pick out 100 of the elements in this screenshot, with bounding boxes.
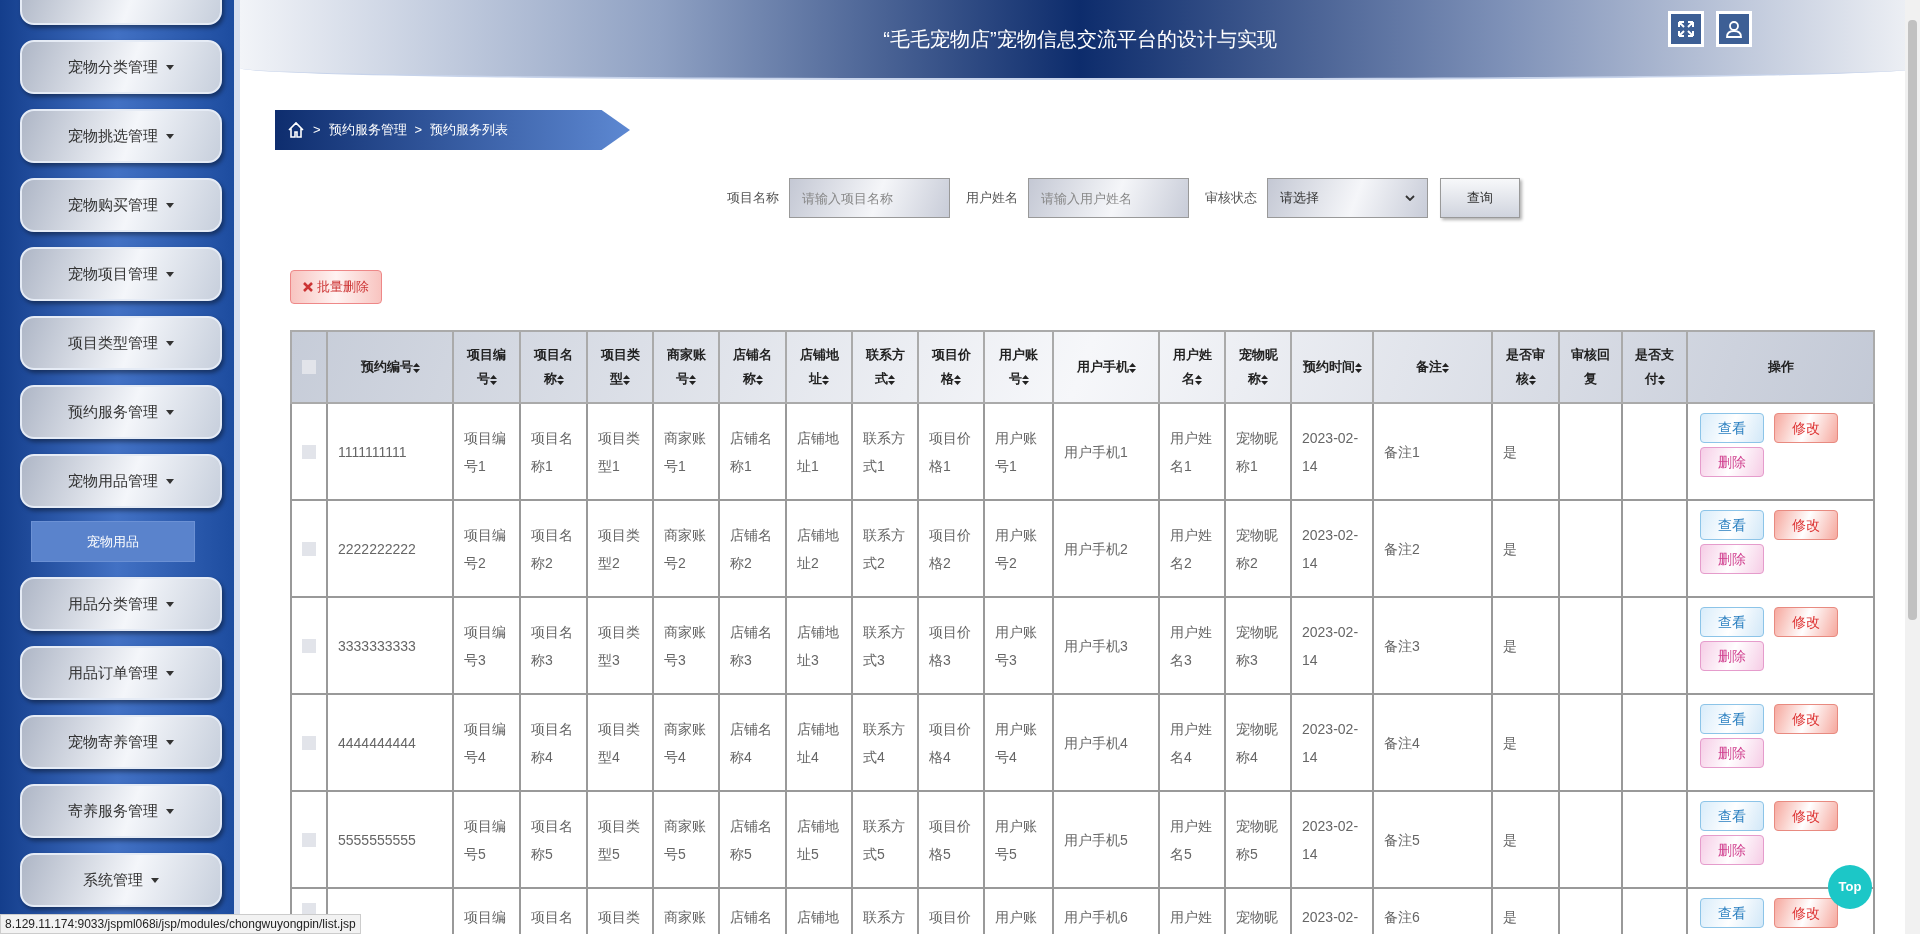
checkbox[interactable] bbox=[302, 541, 316, 556]
breadcrumb-link[interactable]: 预约服务列表 bbox=[430, 120, 509, 140]
sidebar-menu-button[interactable]: 预约服务管理 bbox=[20, 385, 222, 439]
edit-button[interactable]: 修改 bbox=[1774, 898, 1838, 928]
table-cell: 项目编号1 bbox=[464, 429, 506, 474]
edit-button[interactable]: 修改 bbox=[1774, 413, 1838, 443]
checkbox[interactable] bbox=[302, 360, 316, 374]
sort-icon[interactable] bbox=[1195, 374, 1202, 385]
table-cell: 项目类型2 bbox=[598, 526, 640, 571]
sidebar-menu-button[interactable]: 用品分类管理 bbox=[20, 577, 222, 631]
search-field[interactable]: 请输入用户姓名 bbox=[1027, 178, 1189, 218]
table-cell: 2023-02-14 bbox=[1302, 817, 1359, 862]
table-cell: 项目类型5 bbox=[598, 817, 640, 862]
table-cell: 商家账号1 bbox=[664, 429, 706, 474]
sort-icon[interactable] bbox=[412, 362, 420, 373]
column-header: 操作 bbox=[1766, 358, 1795, 376]
sidebar-submenu-item[interactable]: 宠物用品 bbox=[31, 521, 195, 562]
edit-button[interactable]: 修改 bbox=[1774, 704, 1838, 734]
home-icon[interactable] bbox=[287, 121, 305, 139]
breadcrumb-link[interactable]: 预约服务管理 bbox=[328, 120, 407, 140]
checkbox[interactable] bbox=[302, 638, 316, 653]
table-cell: 用户账号5 bbox=[995, 817, 1037, 862]
sort-icon[interactable] bbox=[556, 374, 564, 385]
sort-icon[interactable] bbox=[755, 374, 763, 385]
breadcrumb-separator: > bbox=[414, 121, 423, 140]
table-cell: 用户姓 bbox=[1170, 909, 1212, 925]
edit-button[interactable]: 修改 bbox=[1774, 510, 1838, 540]
table-cell: 用户手机4 bbox=[1064, 734, 1128, 751]
sort-icon[interactable] bbox=[822, 374, 829, 385]
table-cell: 店铺名 bbox=[730, 909, 772, 925]
site-title: “毛毛宠物店”宠物信息交流平台的设计与实现 bbox=[883, 27, 1277, 52]
table-cell: 2023-02-14 bbox=[1302, 429, 1359, 474]
table-cell: 联系方 bbox=[863, 909, 905, 925]
table-cell: 5555555555 bbox=[338, 831, 416, 848]
table-cell: 宠物昵称3 bbox=[1236, 623, 1278, 668]
sort-icon[interactable] bbox=[888, 374, 895, 385]
sort-icon[interactable] bbox=[1128, 362, 1136, 373]
table-cell: 用户手机2 bbox=[1064, 540, 1128, 557]
delete-button[interactable]: 删除 bbox=[1700, 738, 1764, 768]
table-cell: 用户手机6 bbox=[1064, 909, 1128, 925]
sidebar-menu-button[interactable]: 宠物分类管理 bbox=[20, 40, 222, 94]
fullscreen-button[interactable] bbox=[1668, 11, 1704, 47]
checkbox[interactable] bbox=[302, 735, 316, 750]
table-cell: 是 bbox=[1503, 909, 1517, 925]
sort-icon[interactable] bbox=[689, 374, 696, 385]
checkbox[interactable] bbox=[302, 832, 316, 847]
sidebar-menu-button[interactable]: 系统管理 bbox=[20, 853, 222, 907]
table-cell: 宠物昵称2 bbox=[1236, 526, 1278, 571]
table-cell: 项目价格3 bbox=[929, 623, 971, 668]
table-cell: 项目编号2 bbox=[464, 526, 506, 571]
caret-icon bbox=[151, 877, 159, 883]
view-button[interactable]: 查看 bbox=[1700, 510, 1764, 540]
scrollbar[interactable] bbox=[1905, 0, 1920, 934]
user-button[interactable] bbox=[1716, 11, 1752, 47]
table-cell: 备注2 bbox=[1384, 540, 1420, 557]
sidebar-menu-button[interactable]: 寄养服务管理 bbox=[20, 784, 222, 838]
checkbox[interactable] bbox=[302, 444, 316, 459]
table-cell: 2023-02- bbox=[1302, 909, 1359, 925]
sort-icon[interactable] bbox=[954, 374, 961, 385]
sort-icon[interactable] bbox=[1261, 374, 1268, 385]
delete-button[interactable]: 删除 bbox=[1700, 544, 1764, 574]
view-button[interactable]: 查看 bbox=[1700, 801, 1764, 831]
sidebar-menu-button[interactable]: 宠物用品管理 bbox=[20, 454, 222, 508]
view-button[interactable]: 查看 bbox=[1700, 413, 1764, 443]
edit-button[interactable]: 修改 bbox=[1774, 801, 1838, 831]
table-cell: 联系方式2 bbox=[863, 526, 905, 571]
sidebar-menu-button[interactable]: 用品订单管理 bbox=[20, 646, 222, 700]
view-button[interactable]: 查看 bbox=[1700, 607, 1764, 637]
sort-icon[interactable] bbox=[1442, 362, 1449, 373]
table-cell: 项目名称2 bbox=[531, 526, 573, 571]
sidebar-menu-button[interactable]: 宠物购买管理 bbox=[20, 178, 222, 232]
fullscreen-icon bbox=[1677, 20, 1695, 38]
table-cell: 店铺名称2 bbox=[730, 526, 772, 571]
table-cell: 用户姓名4 bbox=[1170, 720, 1212, 765]
sidebar-menu-button[interactable]: 宠物寄养管理 bbox=[20, 715, 222, 769]
edit-button[interactable]: 修改 bbox=[1774, 607, 1838, 637]
delete-button[interactable]: 删除 bbox=[1700, 835, 1764, 865]
search-field[interactable]: 请输入项目名称 bbox=[788, 178, 950, 218]
table-cell: 项目价格5 bbox=[929, 817, 971, 862]
table-cell: 是 bbox=[1503, 443, 1517, 460]
view-button[interactable]: 查看 bbox=[1700, 898, 1764, 928]
sort-icon[interactable] bbox=[1528, 374, 1536, 385]
sort-icon[interactable] bbox=[1657, 374, 1665, 385]
table-cell: 项目名 bbox=[531, 909, 573, 925]
search-button[interactable]: 查询 bbox=[1439, 178, 1520, 218]
table-cell: 备注6 bbox=[1384, 909, 1420, 925]
delete-button[interactable]: 删除 bbox=[1700, 641, 1764, 671]
sort-icon[interactable] bbox=[1354, 362, 1362, 373]
sort-icon[interactable] bbox=[489, 374, 497, 385]
table-cell: 2222222222 bbox=[338, 540, 416, 557]
table-cell: 1111111111 bbox=[338, 443, 407, 460]
sort-icon[interactable] bbox=[1021, 374, 1029, 385]
sort-icon[interactable] bbox=[623, 374, 630, 385]
sidebar-menu-button[interactable]: 宠物挑选管理 bbox=[20, 109, 222, 163]
delete-button[interactable]: 删除 bbox=[1700, 447, 1764, 477]
batch-delete-button[interactable]: 批量删除 bbox=[290, 270, 382, 304]
status-dropdown[interactable]: 请选择 bbox=[1266, 178, 1428, 218]
sidebar-menu-button[interactable]: 项目类型管理 bbox=[20, 316, 222, 370]
sidebar-menu-button[interactable]: 宠物项目管理 bbox=[20, 247, 222, 301]
view-button[interactable]: 查看 bbox=[1700, 704, 1764, 734]
